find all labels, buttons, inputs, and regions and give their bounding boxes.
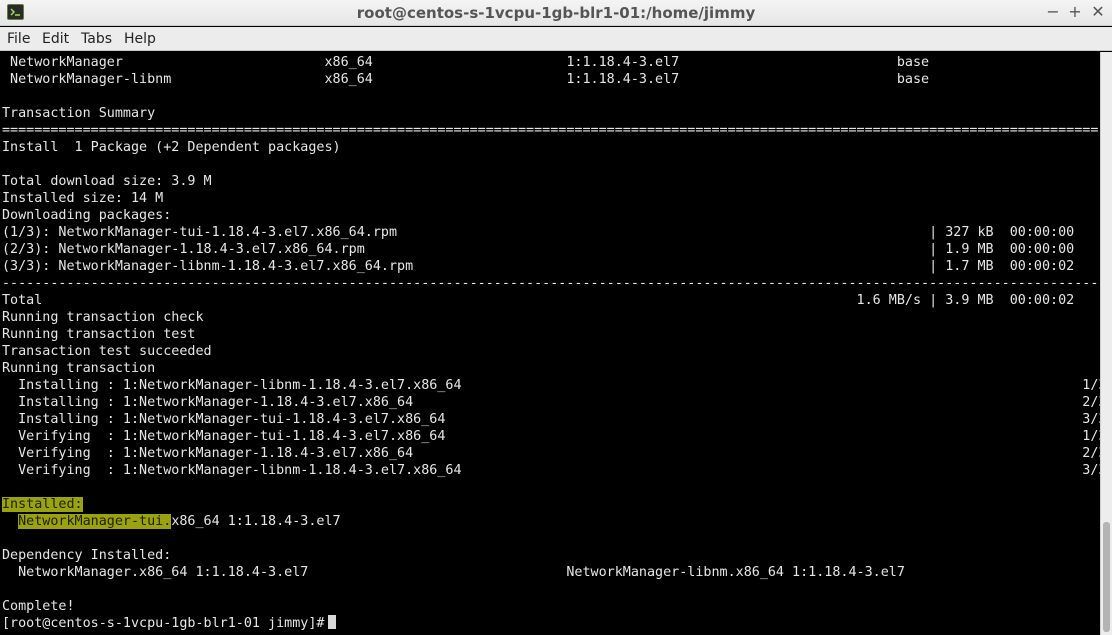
terminal-line: NetworkManager.x86_64 1:1.18.4-3.el7 Net… bbox=[2, 565, 905, 580]
installed-label: Installed: bbox=[2, 497, 83, 512]
scrollbar-thumb[interactable] bbox=[1103, 522, 1110, 632]
terminal-window: root@centos-s-1vcpu-1gb-blr1-01:/home/ji… bbox=[0, 0, 1112, 635]
terminal-line: Dependency Installed: bbox=[2, 548, 172, 563]
installed-heading: Installed: bbox=[2, 496, 83, 513]
prompt-text: [root@centos-s-1vcpu-1gb-blr1-01 jimmy]# bbox=[2, 616, 325, 631]
terminal-output[interactable]: NetworkManager x86_64 1:1.18.4-3.el7 bas… bbox=[0, 52, 1100, 635]
menu-help[interactable]: Help bbox=[124, 27, 156, 51]
window-title: root@centos-s-1vcpu-1gb-blr1-01:/home/ji… bbox=[356, 4, 756, 22]
terminal-line: Install 1 Package (+2 Dependent packages… bbox=[2, 140, 341, 155]
installed-package-rest: x86_64 1:1.18.4-3.el7 bbox=[171, 514, 341, 529]
double-rule: ========================================… bbox=[2, 123, 1098, 138]
terminal-line: Verifying : 1:NetworkManager-tui-1.18.4-… bbox=[2, 429, 1100, 444]
menu-file[interactable]: File bbox=[7, 27, 30, 51]
minimize-button[interactable]: − bbox=[1043, 2, 1063, 22]
terminal-line: (2/3): NetworkManager-1.18.4-3.el7.x86_6… bbox=[2, 242, 1075, 257]
terminal-line: Installing : 1:NetworkManager-tui-1.18.4… bbox=[2, 412, 1100, 427]
shell-prompt[interactable]: [root@centos-s-1vcpu-1gb-blr1-01 jimmy]# bbox=[2, 615, 337, 632]
title-bar[interactable]: root@centos-s-1vcpu-1gb-blr1-01:/home/ji… bbox=[0, 0, 1112, 26]
terminal-line: Transaction Summary bbox=[2, 106, 156, 121]
terminal-line: Running transaction test bbox=[2, 327, 196, 342]
terminal-line: (3/3): NetworkManager-libnm-1.18.4-3.el7… bbox=[2, 259, 1075, 274]
terminal-line: (1/3): NetworkManager-tui-1.18.4-3.el7.x… bbox=[2, 225, 1075, 240]
terminal-line: Verifying : 1:NetworkManager-1.18.4-3.el… bbox=[2, 446, 1100, 461]
text-cursor bbox=[328, 615, 337, 629]
vertical-scrollbar[interactable] bbox=[1100, 52, 1112, 635]
terminal-line: NetworkManager x86_64 1:1.18.4-3.el7 bas… bbox=[2, 55, 1100, 70]
close-button[interactable]: ✕ bbox=[1088, 2, 1108, 22]
installed-package-highlight: NetworkManager-tui. bbox=[18, 514, 172, 529]
terminal-line: Verifying : 1:NetworkManager-libnm-1.18.… bbox=[2, 463, 1100, 478]
terminal-line: Total 1.6 MB/s | 3.9 MB 00:00:02 bbox=[2, 293, 1075, 308]
terminal-line: Running transaction bbox=[2, 361, 156, 376]
menu-tabs[interactable]: Tabs bbox=[81, 27, 112, 51]
installed-package-line: NetworkManager-tui.x86_64 1:1.18.4-3.el7 bbox=[2, 513, 341, 530]
terminal-line: Complete! bbox=[2, 599, 75, 614]
terminal-line: Installing : 1:NetworkManager-1.18.4-3.e… bbox=[2, 395, 1100, 410]
terminal-line: Installing : 1:NetworkManager-libnm-1.18… bbox=[2, 378, 1100, 393]
terminal-line: Installed size: 14 M bbox=[2, 191, 164, 206]
menu-bar: File Edit Tabs Help bbox=[0, 27, 1112, 51]
menu-edit[interactable]: Edit bbox=[42, 27, 69, 51]
terminal-line: Running transaction check bbox=[2, 310, 204, 325]
maximize-button[interactable]: + bbox=[1065, 2, 1085, 22]
terminal-line: NetworkManager-libnm x86_64 1:1.18.4-3.e… bbox=[2, 72, 1100, 87]
terminal-line: Downloading packages: bbox=[2, 208, 172, 223]
dash-rule: ----------------------------------------… bbox=[2, 276, 1098, 291]
terminal-line: Transaction test succeeded bbox=[2, 344, 212, 359]
terminal-line: Total download size: 3.9 M bbox=[2, 174, 212, 189]
